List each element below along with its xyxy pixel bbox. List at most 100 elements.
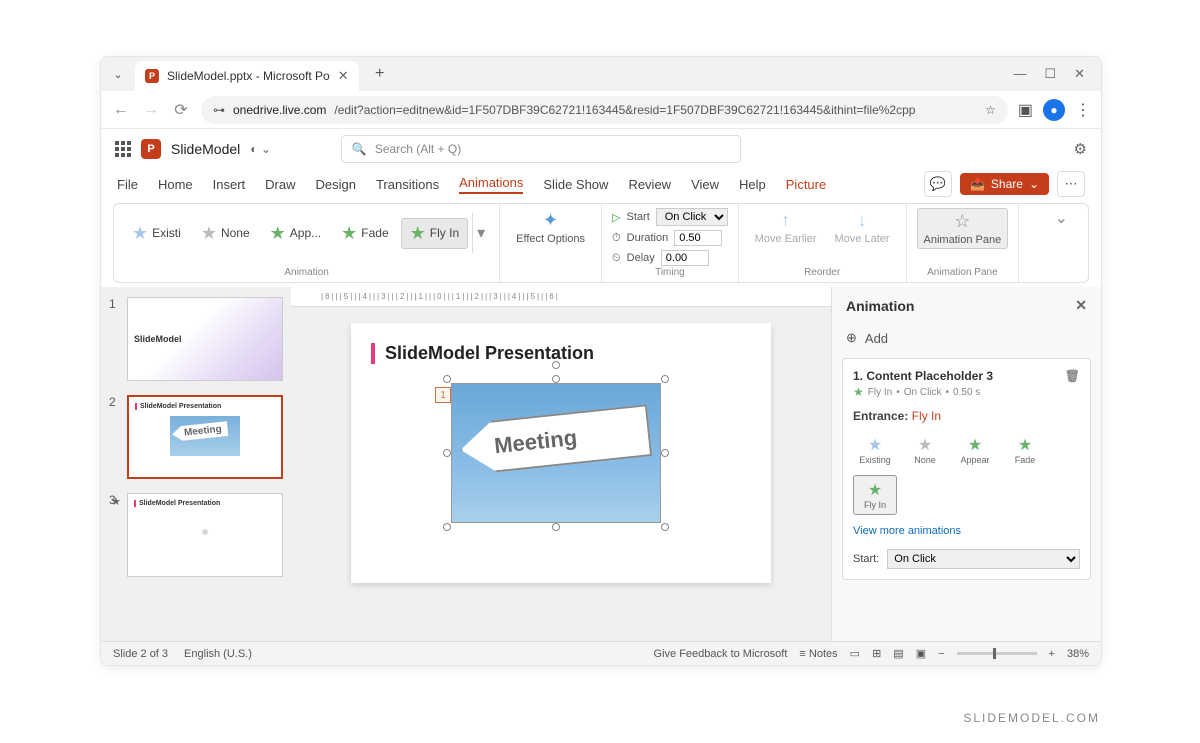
zoom-out[interactable]: − (938, 648, 944, 660)
animation-gallery[interactable]: ★Existi★None★App...★Fade★Fly In▾ (124, 208, 489, 258)
sorter-view-icon[interactable]: ⊞ (872, 647, 881, 660)
add-animation-button[interactable]: ⊕Add (832, 324, 1101, 352)
maximize-icon[interactable]: ☐ (1044, 66, 1056, 82)
group-label-pane: Animation Pane (927, 267, 998, 278)
search-placeholder: Search (Alt + Q) (375, 142, 461, 156)
entrance-option-existing[interactable]: ★Existing (853, 431, 897, 469)
browser-tab[interactable]: P SlideModel.pptx - Microsoft Po ✕ (135, 61, 359, 91)
menu-draw[interactable]: Draw (265, 177, 295, 192)
animation-option-existi[interactable]: ★Existi (124, 219, 189, 248)
plus-icon: ⊕ (846, 330, 857, 346)
browser-menu-icon[interactable]: ⋮ (1075, 100, 1091, 120)
menu-design[interactable]: Design (316, 177, 356, 192)
slide-title[interactable]: SlideModel Presentation (371, 343, 751, 364)
bookmark-icon[interactable]: ☆ (985, 103, 996, 117)
zoom-in[interactable]: + (1049, 648, 1055, 660)
delay-input[interactable] (661, 250, 709, 266)
settings-icon[interactable]: ⚙ (1074, 140, 1087, 158)
view-more-link[interactable]: View more animations (853, 525, 1080, 537)
menu-file[interactable]: File (117, 177, 138, 192)
language-indicator[interactable]: English (U.S.) (184, 648, 252, 660)
normal-view-icon[interactable]: ▭ (850, 647, 860, 660)
menu-help[interactable]: Help (739, 177, 766, 192)
close-tab-icon[interactable]: ✕ (338, 68, 349, 84)
close-pane-icon[interactable]: ✕ (1075, 297, 1087, 314)
address-bar[interactable]: ⊶ onedrive.live.com /edit?action=editnew… (201, 96, 1008, 124)
notes-button[interactable]: ≡ Notes (799, 648, 837, 660)
horizontal-ruler: |6|||5|||4|||3|||2|||1|||0|||1|||2|||3||… (291, 287, 831, 307)
menu-home[interactable]: Home (158, 177, 193, 192)
animation-item[interactable]: 1. Content Placeholder 3 🗑 ★Fly In • On … (842, 358, 1091, 580)
reading-list-icon[interactable]: ▣ (1018, 100, 1033, 120)
app-launcher-icon[interactable] (115, 141, 131, 157)
menu-view[interactable]: View (691, 177, 719, 192)
overflow-menu[interactable]: ⋯ (1057, 171, 1085, 197)
url-host: onedrive.live.com (233, 103, 326, 117)
effect-options-icon: ✦ (543, 210, 558, 231)
profile-avatar[interactable]: ● (1043, 99, 1065, 121)
menu-slideshow[interactable]: Slide Show (543, 177, 608, 192)
menu-animations[interactable]: Animations (459, 175, 523, 194)
animation-option-fly in[interactable]: ★Fly In (401, 218, 468, 249)
document-name[interactable]: SlideModel (171, 141, 240, 157)
sensitivity-icon[interactable]: ◐ ⌄ (250, 142, 271, 156)
minimize-icon[interactable]: — (1013, 66, 1026, 82)
slide-thumb-2[interactable]: 2SlideModel PresentationMeeting★ (109, 395, 283, 479)
duration-input[interactable] (674, 230, 722, 246)
slide-indicator[interactable]: Slide 2 of 3 (113, 648, 168, 660)
slideshow-view-icon[interactable]: ▣ (916, 647, 926, 660)
animation-option-app...[interactable]: ★App... (262, 219, 330, 248)
delete-animation-icon[interactable]: 🗑 (1065, 369, 1080, 383)
back-icon[interactable]: ← (111, 101, 131, 119)
entrance-option-fade[interactable]: ★Fade (1003, 431, 1047, 469)
animation-pane-button[interactable]: ☆Animation Pane (917, 208, 1009, 249)
delay-icon: ⏲ (612, 252, 621, 265)
share-button[interactable]: 📤 Share ⌄ (960, 173, 1049, 195)
search-input[interactable]: 🔍 Search (Alt + Q) (341, 135, 741, 163)
pane-start-select[interactable]: On Click (887, 549, 1080, 569)
slide-thumb-3[interactable]: 3SlideModel Presentation◉ (109, 493, 283, 577)
tab-search-icon[interactable]: ⌄ (109, 65, 127, 83)
animation-tag[interactable]: 1 (435, 387, 451, 403)
reading-view-icon[interactable]: ▤ (893, 647, 903, 660)
comments-button[interactable]: 💬 (924, 171, 952, 197)
forward-icon[interactable]: → (141, 101, 161, 119)
animation-option-fade[interactable]: ★Fade (333, 219, 397, 248)
watermark: SLIDEMODEL.COM (963, 711, 1100, 725)
delay-label: Delay (627, 252, 655, 264)
site-info-icon[interactable]: ⊶ (213, 103, 225, 117)
entrance-option-none[interactable]: ★None (903, 431, 947, 469)
entrance-option-appear[interactable]: ★Appear (953, 431, 997, 469)
pane-title: Animation (846, 298, 914, 314)
url-path: /edit?action=editnew&id=1F507DBF39C62721… (334, 103, 915, 117)
feedback-link[interactable]: Give Feedback to Microsoft (654, 648, 788, 660)
browser-titlebar: ⌄ P SlideModel.pptx - Microsoft Po ✕ + —… (101, 57, 1101, 91)
move-earlier-button[interactable]: ↑Move Earlier (749, 208, 823, 247)
slide-thumbnails[interactable]: 1SlideModel 2SlideModel PresentationMeeti… (101, 287, 291, 641)
zoom-level[interactable]: 38% (1067, 648, 1089, 660)
start-label: Start (627, 211, 650, 223)
menu-bar: File Home Insert Draw Design Transitions… (101, 169, 1101, 199)
status-bar: Slide 2 of 3 English (U.S.) Give Feedbac… (101, 641, 1101, 665)
start-select[interactable]: On Click (656, 208, 728, 226)
effect-options-button[interactable]: ✦ Effect Options (510, 208, 591, 247)
slide[interactable]: SlideModel Presentation 1 Meeting (351, 323, 771, 583)
play-icon: ▷ (612, 211, 620, 224)
zoom-slider[interactable] (957, 652, 1037, 655)
slide-thumb-1[interactable]: 1SlideModel (109, 297, 283, 381)
move-later-button[interactable]: ↓Move Later (829, 208, 896, 247)
entrance-option-fly in[interactable]: ★Fly In (853, 475, 897, 515)
menu-insert[interactable]: Insert (213, 177, 246, 192)
menu-picture[interactable]: Picture (786, 177, 826, 192)
selected-image[interactable]: Meeting (451, 383, 661, 523)
menu-review[interactable]: Review (628, 177, 671, 192)
animation-pane: Animation ✕ ⊕Add 1. Content Placeholder … (831, 287, 1101, 641)
reload-icon[interactable]: ⟳ (171, 100, 191, 120)
duration-icon: ⏱ (612, 232, 621, 245)
ribbon-collapse-icon[interactable]: ⌄ (1055, 208, 1068, 228)
menu-transitions[interactable]: Transitions (376, 177, 439, 192)
new-tab-button[interactable]: + (367, 61, 393, 87)
close-icon[interactable]: ✕ (1074, 66, 1085, 82)
animation-gallery-more[interactable]: ▾ (472, 213, 489, 253)
animation-option-none[interactable]: ★None (193, 219, 258, 248)
